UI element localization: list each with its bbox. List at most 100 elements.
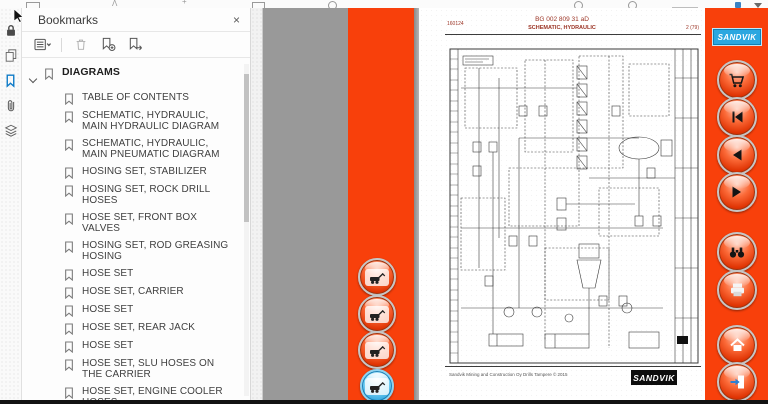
bookmark-item[interactable]: SCHEMATIC, HYDRAULIC, MAIN PNEUMATIC DIA… [22,135,250,163]
bookmark-flag-icon [64,322,75,335]
bookmark-label: HOSING SET, ROD GREASING HOSING [82,239,229,263]
bookmark-flag-icon [64,92,75,105]
bookmark-label: HOSE SET [82,303,134,315]
bookmark-item[interactable]: HOSING SET, ROD GREASING HOSING [22,237,250,265]
home-button[interactable] [717,325,757,365]
bookmarks-tree: DIAGRAMS TABLE OF CONTENTS SCHEMATIC, HYDR… [22,58,250,400]
lock-icon[interactable] [3,22,19,38]
bookmark-item[interactable]: HOSE SET [22,301,250,319]
sandvik-logo-blue: SANDVIK [712,28,762,46]
layers-icon[interactable] [3,122,19,138]
bookmark-flag-icon [64,386,75,399]
print-button[interactable] [717,270,757,310]
first-page-button[interactable] [717,97,757,137]
next-page-button[interactable] [717,172,757,212]
bookmarks-panel-title: Bookmarks [38,12,99,27]
bookmark-label: HOSE SET, ENGINE COOLER HOSES [82,385,223,401]
bookmark-options-icon[interactable] [34,36,51,53]
home-icon [728,336,747,354]
new-bookmark-icon[interactable] [99,36,116,53]
machine-model-2-button[interactable] [358,295,396,333]
doc-copyright: Sandvik Mining and Construction Oy Drill… [449,372,568,377]
footer-rule [445,366,701,367]
first-icon [728,108,746,126]
scrollbar-thumb[interactable] [244,74,249,222]
bookmark-item[interactable]: HOSING SET, ROCK DRILL HOSES [22,181,250,209]
bookmarks-scrollbar[interactable] [244,64,249,396]
bookmark-flag-icon [64,304,75,317]
bookmark-item[interactable]: HOSE SET, CARRIER [22,283,250,301]
machine-icon [365,341,389,359]
bookmark-label: SCHEMATIC, HYDRAULIC, MAIN PNEUMATIC DIA… [82,137,220,161]
doc-subtitle: SCHEMATIC, HYDRAULIC [528,25,596,31]
bookmark-flag-icon [64,358,75,371]
bookmark-item[interactable]: HOSE SET [22,265,250,283]
machine-button-strip [348,8,414,403]
document-page: 160124 BG 002 809 31 aD SCHEMATIC, HYDRA… [419,8,705,400]
left-tool-rail [0,8,22,400]
attachments-icon[interactable] [3,97,19,113]
bookmarks-panel-header: Bookmarks × [22,8,250,32]
bookmark-label: HOSE SET, FRONT BOX VALVES [82,211,198,235]
bookmark-label: HOSING SET, ROCK DRILL HOSES [82,183,210,207]
bookmark-item[interactable]: HOSE SET, REAR JACK [22,319,250,337]
bookmark-item[interactable]: HOSE SET, ENGINE COOLER HOSES [22,383,250,400]
bookmark-label: TABLE OF CONTENTS [82,91,190,103]
bookmark-label: HOSE SET [82,339,134,351]
machine-icon [365,305,389,323]
viewer-background [263,8,348,400]
bookmark-label: SCHEMATIC, HYDRAULIC, MAIN HYDRAULIC DIA… [82,109,220,133]
bookmark-label: HOSING SET, STABILIZER [82,165,207,177]
toolbar-divider [61,37,62,52]
page-thumbnails-icon[interactable] [3,47,19,63]
bookmarks-toolbar [22,32,250,58]
bookmark-label: HOSE SET, SLU HOSES ON THE CARRIER [82,357,215,381]
chevron-icon[interactable] [28,67,44,87]
machine-icon [365,268,389,286]
binoculars-icon [727,243,747,261]
delete-bookmark-icon[interactable] [72,36,89,53]
doc-title: BG 002 809 31 aD [535,16,589,23]
bookmark-item[interactable]: TABLE OF CONTENTS [22,89,250,107]
bookmark-item[interactable]: HOSE SET [22,337,250,355]
bookmark-flag-icon [64,110,75,123]
bookmark-label: DIAGRAMS [62,65,120,78]
hydraulic-schematic [449,48,699,364]
machine-model-3-button[interactable] [358,331,396,369]
bookmark-flag-icon [64,286,75,299]
bookmark-item[interactable]: HOSING SET, STABILIZER [22,163,250,181]
bookmark-item[interactable]: HOSE SET, FRONT BOX VALVES [22,209,250,237]
search-button[interactable] [717,232,757,272]
doc-page-indicator: 2 (79) [685,25,699,31]
machine-icon [365,377,389,395]
machine-model-1-button[interactable] [358,258,396,296]
previous-page-button[interactable] [717,135,757,175]
close-icon[interactable]: × [233,13,240,27]
cart-button[interactable] [717,60,757,100]
bookmark-item[interactable]: HOSE SET, SLU HOSES ON THE CARRIER [22,355,250,383]
toolbar-fragment-icon: + [182,0,187,6]
bookmark-flag-icon [64,268,75,281]
cart-icon [727,71,747,90]
toolbar-fragment-icon: Λ [112,0,118,8]
exit-button[interactable] [717,362,757,402]
machine-model-4-button[interactable] [360,369,394,403]
expand-bookmark-icon[interactable] [126,36,143,53]
bookmark-root-item[interactable]: DIAGRAMS [22,64,250,89]
bookmarks-icon[interactable] [3,72,19,88]
bookmark-item[interactable]: SCHEMATIC, HYDRAULIC, MAIN HYDRAULIC DIA… [22,107,250,135]
sandvik-logo-black: SANDVIK [631,370,677,385]
bookmark-flag-icon [64,212,75,225]
header-rule [445,34,701,35]
